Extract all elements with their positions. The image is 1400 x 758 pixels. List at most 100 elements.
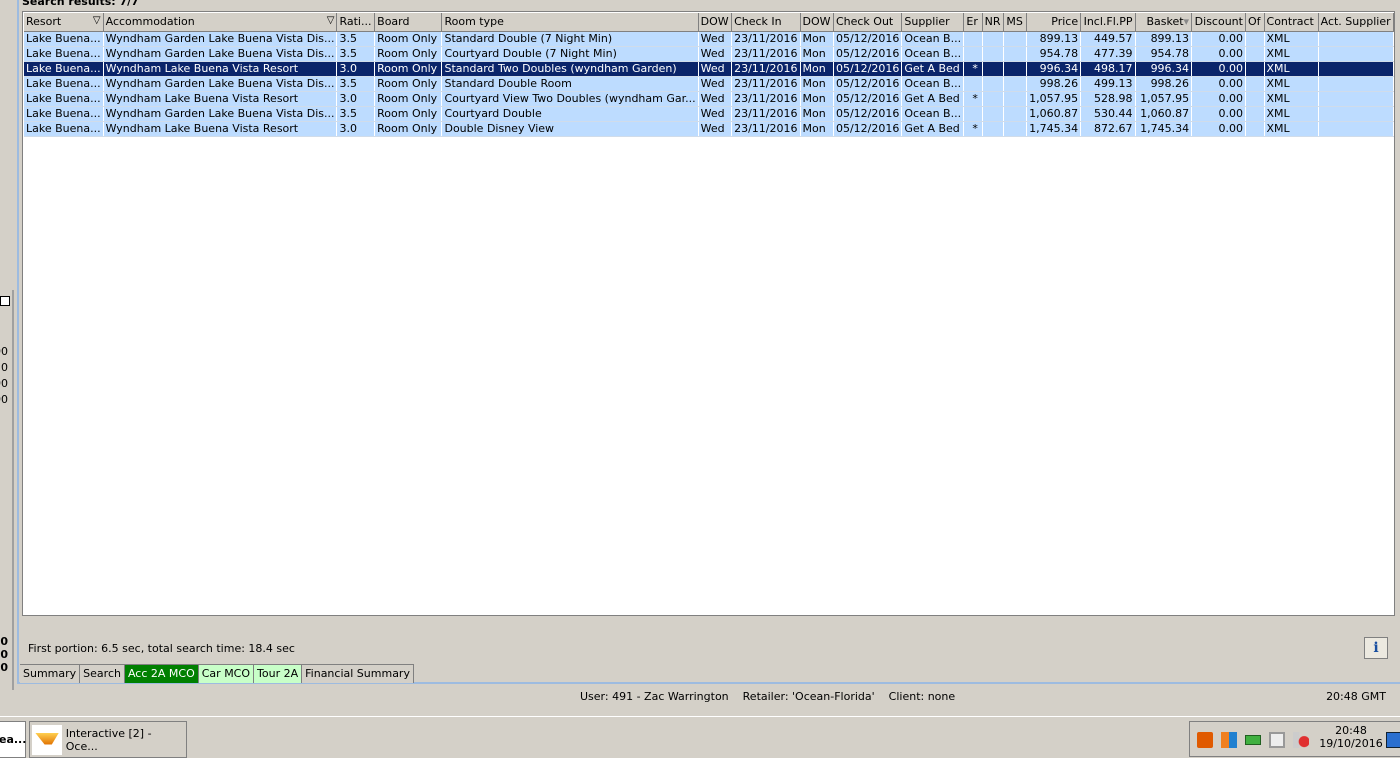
table-cell: 449.57 bbox=[1080, 31, 1136, 47]
table-cell: 872.67 bbox=[1080, 121, 1136, 137]
column-header[interactable]: Room type bbox=[441, 13, 699, 32]
table-cell: 1,745.34 bbox=[1135, 121, 1193, 137]
table-cell: 23/11/2016 bbox=[731, 106, 801, 122]
table-cell bbox=[1318, 106, 1394, 122]
table-cell: 05/12/2016 bbox=[833, 61, 903, 77]
column-header[interactable]: Er bbox=[963, 13, 983, 32]
table-cell: Wyndham Garden Lake Buena Vista Dis... bbox=[103, 76, 338, 92]
table-cell bbox=[1003, 121, 1027, 137]
info-button[interactable]: i bbox=[1364, 637, 1388, 659]
column-header[interactable]: Board bbox=[374, 13, 443, 32]
column-header[interactable]: Check In bbox=[731, 13, 801, 32]
table-cell: 1,057.95 bbox=[1135, 91, 1193, 107]
table-cell: Wyndham Garden Lake Buena Vista Dis... bbox=[103, 31, 338, 47]
table-row[interactable]: Lake Buena... Wyndham Garden Lake Buena V… bbox=[24, 31, 1394, 47]
tab-acc-2a-mco[interactable]: Acc 2A MCO bbox=[124, 665, 199, 683]
column-header[interactable]: Rati... bbox=[336, 13, 376, 32]
left-value: 0 bbox=[0, 648, 8, 661]
column-header[interactable]: ▽ Accommodation bbox=[103, 13, 338, 32]
column-header[interactable]: DOW bbox=[800, 13, 834, 32]
tab-search[interactable]: Search bbox=[80, 665, 125, 683]
table-row[interactable]: Lake Buena... Wyndham Lake Buena Vista Re… bbox=[24, 91, 1394, 107]
filter-icon[interactable]: ▽ bbox=[327, 15, 335, 26]
column-header[interactable]: Act. Supplier bbox=[1318, 13, 1394, 32]
table-row[interactable]: Lake Buena... Wyndham Lake Buena Vista Re… bbox=[24, 61, 1394, 77]
column-header[interactable]: DOW bbox=[698, 13, 733, 32]
taskbar-button-1[interactable]: ea... bbox=[0, 721, 26, 758]
table-cell bbox=[963, 31, 983, 47]
column-header[interactable]: Contract bbox=[1264, 13, 1319, 32]
table-cell: 954.78 bbox=[1135, 46, 1193, 62]
table-cell: Double Disney View bbox=[441, 121, 699, 137]
table-cell: Room Only bbox=[374, 31, 443, 47]
table-cell: Courtyard Double (7 Night Min) bbox=[441, 46, 699, 62]
table-cell bbox=[1318, 46, 1394, 62]
table-cell bbox=[982, 91, 1005, 107]
column-header[interactable]: Discount bbox=[1191, 13, 1246, 32]
column-header[interactable]: Incl.Fl.PP bbox=[1080, 13, 1136, 32]
column-header[interactable]: Basket▾ bbox=[1135, 13, 1193, 32]
taskbar-button-label: Interactive [2] - Oce... bbox=[65, 726, 152, 753]
table-row[interactable]: Lake Buena... Wyndham Garden Lake Buena V… bbox=[24, 76, 1394, 92]
table-cell: 23/11/2016 bbox=[731, 76, 801, 92]
volume-muted-icon[interactable] bbox=[1293, 732, 1309, 748]
table-cell bbox=[1003, 106, 1027, 122]
table-cell: XML bbox=[1264, 76, 1319, 92]
tab-summary[interactable]: Summary bbox=[20, 665, 81, 683]
table-cell: Wyndham Lake Buena Vista Resort bbox=[103, 61, 338, 77]
column-header[interactable]: MS bbox=[1003, 13, 1027, 32]
taskbar-button-label: ea... bbox=[0, 733, 27, 746]
tab-tour-2a[interactable]: Tour 2A bbox=[254, 665, 303, 683]
table-cell bbox=[963, 106, 983, 122]
table-cell: Wed bbox=[698, 61, 733, 77]
table-cell bbox=[1245, 46, 1265, 62]
column-header[interactable]: Check Out bbox=[833, 13, 903, 32]
table-cell bbox=[1245, 61, 1265, 77]
window-icon[interactable] bbox=[0, 296, 10, 306]
table-cell: 477.39 bbox=[1080, 46, 1136, 62]
table-cell: 23/11/2016 bbox=[731, 61, 801, 77]
tab-financial-summary[interactable]: Financial Summary bbox=[302, 665, 414, 683]
table-cell: Lake Buena... bbox=[24, 121, 104, 137]
table-cell: 3.5 bbox=[336, 106, 376, 122]
table-cell: Ocean B... bbox=[901, 76, 965, 92]
table-cell bbox=[1003, 76, 1027, 92]
bottom-tabs: Summary Search Acc 2A MCO Car MCO Tour 2A Fin… bbox=[20, 664, 414, 683]
network-card-icon[interactable] bbox=[1245, 735, 1261, 745]
avg-icon[interactable] bbox=[1221, 732, 1237, 748]
table-cell: Wed bbox=[698, 106, 733, 122]
table-cell: Wyndham Garden Lake Buena Vista Dis... bbox=[103, 46, 338, 62]
table-cell bbox=[1318, 61, 1394, 77]
table-cell: XML bbox=[1264, 106, 1319, 122]
column-header[interactable]: NR bbox=[982, 13, 1005, 32]
network-icon[interactable] bbox=[1269, 732, 1285, 748]
table-row[interactable]: Lake Buena... Wyndham Garden Lake Buena V… bbox=[24, 46, 1394, 62]
table-cell bbox=[963, 46, 983, 62]
status-client: Client: none bbox=[888, 690, 956, 703]
column-header-label: Of bbox=[1247, 15, 1261, 29]
column-header-label: Price bbox=[1051, 15, 1079, 29]
app-icon bbox=[32, 724, 62, 755]
column-header[interactable]: Of bbox=[1245, 13, 1265, 32]
table-cell: Lake Buena... bbox=[24, 76, 104, 92]
table-cell: 1,060.87 bbox=[1135, 106, 1193, 122]
filter-icon[interactable]: ▽ bbox=[93, 15, 101, 26]
java-icon[interactable] bbox=[1197, 732, 1213, 748]
column-header[interactable]: Supplier bbox=[901, 13, 965, 32]
table-row[interactable]: Lake Buena... Wyndham Garden Lake Buena V… bbox=[24, 106, 1394, 122]
taskbar-button-interactive[interactable]: Interactive [2] - Oce... bbox=[29, 721, 187, 758]
tab-car-mco[interactable]: Car MCO bbox=[198, 665, 255, 683]
table-cell: Room Only bbox=[374, 76, 443, 92]
table-cell: 1,060.87 bbox=[1026, 106, 1082, 122]
clock[interactable]: 20:48 19/10/2016 bbox=[1316, 724, 1386, 750]
column-header-label: Er bbox=[966, 15, 978, 29]
table-cell: Room Only bbox=[374, 106, 443, 122]
table-cell: Ocean B... bbox=[901, 106, 965, 122]
table-row[interactable]: Lake Buena... Wyndham Lake Buena Vista Re… bbox=[24, 121, 1394, 137]
table-cell bbox=[1318, 76, 1394, 92]
column-header[interactable]: ▽ Resort bbox=[24, 13, 104, 32]
show-desktop-icon[interactable] bbox=[1386, 732, 1400, 748]
column-header[interactable]: Price bbox=[1026, 13, 1082, 32]
table-cell: Lake Buena... bbox=[24, 31, 104, 47]
table-cell: 0.00 bbox=[1191, 91, 1246, 107]
